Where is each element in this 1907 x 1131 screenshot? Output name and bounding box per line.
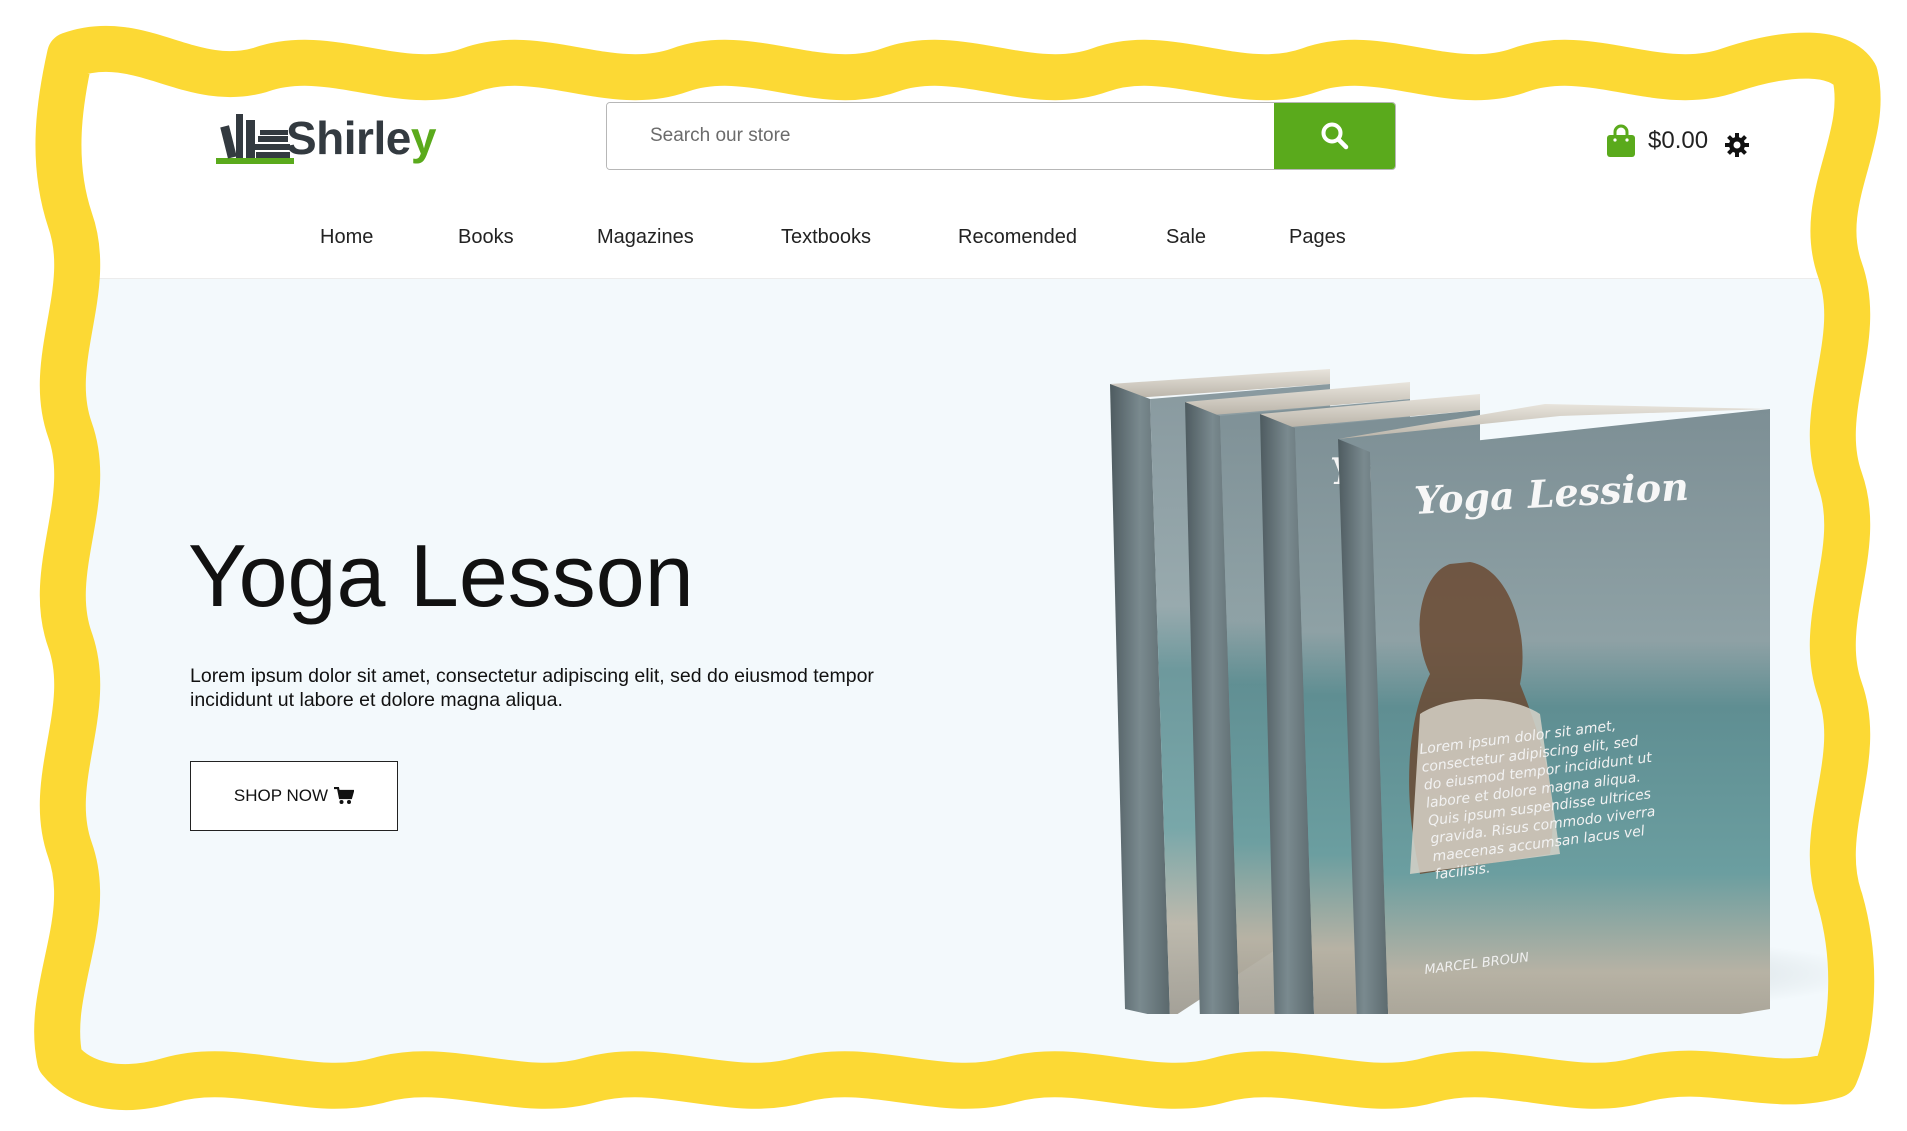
wavy-frame (34, 25, 1881, 1111)
